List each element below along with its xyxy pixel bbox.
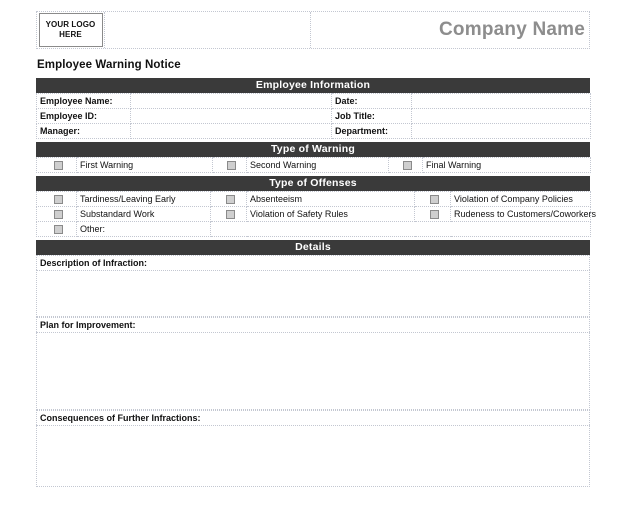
employee-name-field[interactable] xyxy=(131,94,332,109)
form-body: Employee Information Employee Name: Date… xyxy=(36,78,590,487)
other-offense-field[interactable] xyxy=(211,222,591,237)
checkbox-icon xyxy=(54,161,63,170)
section-header-type-of-warning: Type of Warning xyxy=(36,142,590,157)
label-other-offense: Other: xyxy=(77,222,211,237)
employee-id-label: Employee ID: xyxy=(37,109,131,124)
label-consequences-of-further-infractions: Consequences of Further Infractions: xyxy=(36,410,590,425)
logo-line-1: YOUR LOGO xyxy=(46,20,96,30)
checkbox-icon xyxy=(226,210,235,219)
checkbox-icon xyxy=(403,161,412,170)
checkbox-rudeness[interactable] xyxy=(415,207,451,222)
field-description-of-infraction[interactable] xyxy=(36,270,590,317)
label-absenteeism: Absenteeism xyxy=(247,192,415,207)
job-title-label: Job Title: xyxy=(332,109,412,124)
checkbox-final-warning[interactable] xyxy=(389,158,423,173)
table-row: Employee ID: Job Title: xyxy=(37,109,591,124)
type-of-warning-table: First Warning Second Warning Final Warni… xyxy=(36,157,591,173)
label-substandard-work: Substandard Work xyxy=(77,207,211,222)
section-header-details: Details xyxy=(36,240,590,255)
table-row: Tardiness/Leaving Early Absenteeism Viol… xyxy=(37,192,591,207)
checkbox-violation-safety-rules[interactable] xyxy=(211,207,247,222)
logo-cell: YOUR LOGO HERE xyxy=(37,12,105,48)
checkbox-icon xyxy=(54,225,63,234)
checkbox-absenteeism[interactable] xyxy=(211,192,247,207)
table-row: Substandard Work Violation of Safety Rul… xyxy=(37,207,591,222)
table-row: Other: xyxy=(37,222,591,237)
manager-label: Manager: xyxy=(37,124,131,139)
table-row: Employee Name: Date: xyxy=(37,94,591,109)
label-violation-company-policies: Violation of Company Policies xyxy=(451,192,591,207)
manager-field[interactable] xyxy=(131,124,332,139)
table-row: Manager: Department: xyxy=(37,124,591,139)
page-title: Employee Warning Notice xyxy=(37,59,181,71)
employee-name-label: Employee Name: xyxy=(37,94,131,109)
checkbox-substandard-work[interactable] xyxy=(37,207,77,222)
letterhead: YOUR LOGO HERE Company Name xyxy=(36,11,590,49)
job-title-field[interactable] xyxy=(412,109,591,124)
checkbox-icon xyxy=(226,195,235,204)
checkbox-icon xyxy=(54,195,63,204)
label-violation-safety-rules: Violation of Safety Rules xyxy=(247,207,415,222)
logo-placeholder[interactable]: YOUR LOGO HERE xyxy=(39,13,103,47)
employee-information-table: Employee Name: Date: Employee ID: Job Ti… xyxy=(36,93,591,139)
checkbox-icon xyxy=(430,210,439,219)
letterhead-middle-cell xyxy=(105,12,311,48)
field-plan-for-improvement[interactable] xyxy=(36,332,590,410)
label-first-warning: First Warning xyxy=(77,158,213,173)
checkbox-other-offense[interactable] xyxy=(37,222,77,237)
company-name-cell: Company Name xyxy=(311,12,589,48)
checkbox-icon xyxy=(227,161,236,170)
label-rudeness: Rudeness to Customers/Coworkers xyxy=(451,207,591,222)
section-header-employee-information: Employee Information xyxy=(36,78,590,93)
label-final-warning: Final Warning xyxy=(423,158,591,173)
date-field[interactable] xyxy=(412,94,591,109)
table-row: First Warning Second Warning Final Warni… xyxy=(37,158,591,173)
department-field[interactable] xyxy=(412,124,591,139)
checkbox-icon xyxy=(430,195,439,204)
employee-warning-notice-page: YOUR LOGO HERE Company Name Employee War… xyxy=(0,0,624,525)
checkbox-icon xyxy=(54,210,63,219)
label-second-warning: Second Warning xyxy=(247,158,389,173)
checkbox-violation-company-policies[interactable] xyxy=(415,192,451,207)
label-plan-for-improvement: Plan for Improvement: xyxy=(36,317,590,332)
logo-line-2: HERE xyxy=(59,30,82,40)
label-description-of-infraction: Description of Infraction: xyxy=(36,255,590,270)
department-label: Department: xyxy=(332,124,412,139)
checkbox-first-warning[interactable] xyxy=(37,158,77,173)
checkbox-second-warning[interactable] xyxy=(213,158,247,173)
label-tardiness: Tardiness/Leaving Early xyxy=(77,192,211,207)
date-label: Date: xyxy=(332,94,412,109)
company-name[interactable]: Company Name xyxy=(439,19,585,41)
checkbox-tardiness[interactable] xyxy=(37,192,77,207)
field-consequences-of-further-infractions[interactable] xyxy=(36,425,590,487)
type-of-offenses-table: Tardiness/Leaving Early Absenteeism Viol… xyxy=(36,191,591,237)
employee-id-field[interactable] xyxy=(131,109,332,124)
section-header-type-of-offenses: Type of Offenses xyxy=(36,176,590,191)
